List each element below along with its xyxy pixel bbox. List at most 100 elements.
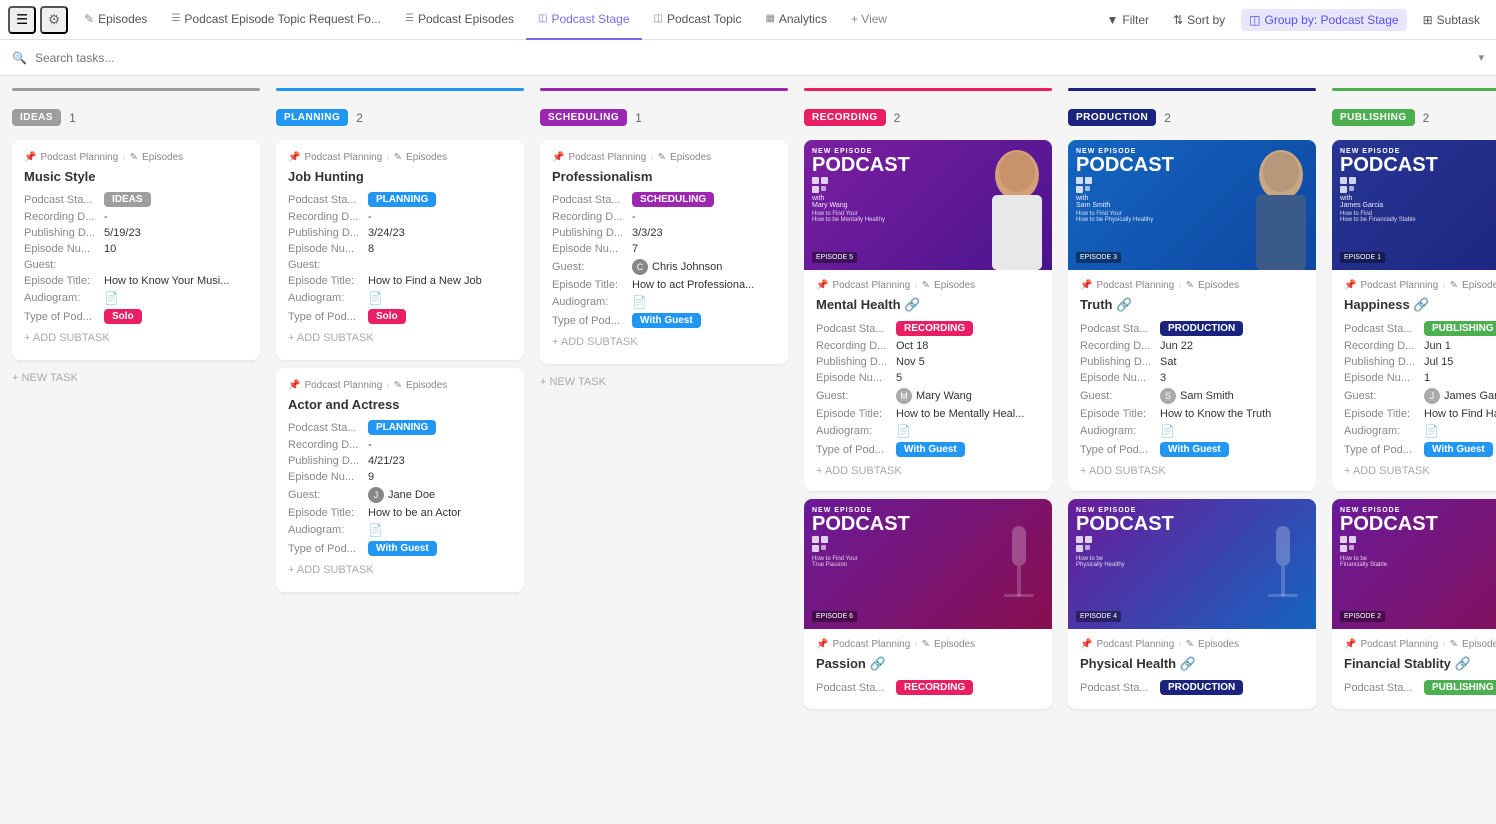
field-audiogram: Audiogram: 📄: [24, 291, 248, 305]
field-guest: Guest:: [24, 259, 248, 271]
stage-count-recording: 2: [894, 111, 901, 125]
column-bar-ideas: [12, 88, 260, 91]
tab-podcast-episodes[interactable]: ☰ Podcast Episodes: [393, 0, 526, 40]
field-podcast-stage: Podcast Sta... IDEAS: [24, 192, 248, 207]
stage-count-ideas: 1: [69, 111, 76, 125]
tab-analytics-label: Analytics: [779, 12, 827, 26]
field-recording-date: Recording D... -: [24, 211, 248, 223]
toolbar-right: ▼ Filter ⇅ Sort by ◫ Group by: Podcast S…: [1099, 9, 1489, 31]
card-title-professionalism: Professionalism: [552, 169, 776, 184]
column-header-planning: PLANNING 2: [276, 103, 524, 132]
settings-button[interactable]: ⚙: [40, 6, 68, 34]
sort-button[interactable]: ⇅ Sort by: [1165, 9, 1233, 31]
card-happiness: NEW EPISODE PODCAST withJames Garcia How…: [1332, 140, 1496, 491]
episode-badge-5: EPISODE 5: [812, 252, 857, 263]
podcast-image-happiness: NEW EPISODE PODCAST withJames Garcia How…: [1332, 140, 1496, 270]
podcast-episodes-tab-icon: ☰: [405, 13, 414, 24]
stage-badge-planning: PLANNING: [276, 109, 348, 126]
tab-podcast-stage[interactable]: ◫ Podcast Stage: [526, 0, 642, 40]
tab-podcast-topic[interactable]: ◫ Podcast Topic: [642, 0, 754, 40]
add-subtask-truth[interactable]: + ADD SUBTASK: [1080, 461, 1304, 481]
tab-podcast-stage-label: Podcast Stage: [551, 12, 629, 26]
column-bar-publishing: [1332, 88, 1496, 91]
guest-avatar-jane: J: [368, 487, 384, 503]
stage-count-scheduling: 1: [635, 111, 642, 125]
card-title-mental-health: Mental Health 🔗: [816, 297, 1040, 313]
scheduling-cards: 📌 Podcast Planning › ✎ Episodes Professi…: [540, 140, 788, 812]
tab-topic-request[interactable]: ☰ Podcast Episode Topic Request Fo...: [159, 0, 393, 40]
top-nav-bar: ☰ ⚙ ✎ Episodes ☰ Podcast Episode Topic R…: [0, 0, 1496, 40]
card-actor-actress: 📌 Podcast Planning › ✎ Episodes Actor an…: [276, 368, 524, 592]
tab-episodes[interactable]: ✎ Episodes: [72, 0, 159, 40]
card-physical-health: NEW EPISODE PODCAST How to bePhysically …: [1068, 499, 1316, 709]
publishing-cards: NEW EPISODE PODCAST withJames Garcia How…: [1332, 140, 1496, 812]
add-subtask-happiness[interactable]: + ADD SUBTASK: [1344, 461, 1496, 481]
image-card-body-mental-health: 📌 Podcast Planning › ✎ Episodes Mental H…: [804, 270, 1052, 491]
card-title-happiness: Happiness 🔗: [1344, 297, 1496, 313]
add-subtask-actor[interactable]: + ADD SUBTASK: [288, 560, 512, 580]
menu-button[interactable]: ☰: [8, 6, 36, 34]
card-title-physical-health: Physical Health 🔗: [1080, 656, 1304, 672]
new-task-scheduling[interactable]: + NEW TASK: [540, 372, 788, 392]
add-view-label: + View: [851, 12, 887, 26]
card-title-actor: Actor and Actress: [288, 397, 512, 412]
card-title-job-hunting: Job Hunting: [288, 169, 512, 184]
column-scheduling: SCHEDULING 1 📌 Podcast Planning › ✎ Epis…: [540, 88, 788, 812]
column-header-publishing: PUBLISHING 2: [1332, 103, 1496, 132]
pod-type-badge: Solo: [104, 309, 142, 324]
card-professionalism: 📌 Podcast Planning › ✎ Episodes Professi…: [540, 140, 788, 364]
stage-badge-ideas: IDEAS: [12, 109, 61, 126]
search-input[interactable]: [35, 51, 1471, 65]
search-icon: 🔍: [12, 51, 27, 65]
column-bar-scheduling: [540, 88, 788, 91]
add-subtask-job-hunting[interactable]: + ADD SUBTASK: [288, 328, 512, 348]
search-dropdown[interactable]: ▾: [1478, 51, 1484, 64]
tab-episodes-label: Episodes: [98, 12, 147, 26]
tab-analytics[interactable]: ▦ Analytics: [753, 0, 838, 40]
add-subtask-prof[interactable]: + ADD SUBTASK: [552, 332, 776, 352]
podcast-image-truth: NEW EPISODE PODCAST withSam Smith How to…: [1068, 140, 1316, 270]
stage-count-production: 2: [1164, 111, 1171, 125]
podcast-stage-tab-icon: ◫: [538, 13, 547, 24]
podcast-image-passion: NEW EPISODE PODCAST How to Find YourTrue…: [804, 499, 1052, 629]
tab-add-view[interactable]: + View: [839, 0, 899, 40]
stage-badge-production: PRODUCTION: [1068, 109, 1156, 126]
image-content-mental-health: NEW EPISODE PODCAST withMary Wang How to…: [804, 140, 1052, 270]
episode-desc: How to Find YourHow to be Mentally Healt…: [812, 211, 912, 223]
breadcrumb-music-style: 📌 Podcast Planning › ✎ Episodes: [24, 152, 248, 163]
group-by-button[interactable]: ◫ Group by: Podcast Stage: [1241, 9, 1406, 31]
stage-count-publishing: 2: [1423, 111, 1430, 125]
card-financial-stability: NEW EPISODE PODCAST How to beFinancially…: [1332, 499, 1496, 709]
field-type-pod: Type of Pod... Solo: [24, 309, 248, 324]
add-subtask-mental-health[interactable]: + ADD SUBTASK: [816, 461, 1040, 481]
field-episode-num: Episode Nu... 10: [24, 243, 248, 255]
card-title-music-style: Music Style: [24, 169, 248, 184]
subtask-icon: ⊞: [1423, 13, 1433, 27]
column-planning: PLANNING 2 📌 Podcast Planning › ✎ Episod…: [276, 88, 524, 812]
search-bar: 🔍 ▾: [0, 40, 1496, 76]
filter-icon: ▼: [1107, 13, 1119, 27]
add-subtask-btn[interactable]: + ADD SUBTASK: [24, 328, 248, 348]
subtask-button[interactable]: ⊞ Subtask: [1415, 9, 1488, 31]
group-by-icon: ◫: [1249, 13, 1260, 27]
new-task-ideas[interactable]: + NEW TASK: [12, 368, 260, 388]
stage-badge-recording: RECORDING: [804, 109, 886, 126]
planning-cards: 📌 Podcast Planning › ✎ Episodes Job Hunt…: [276, 140, 524, 812]
column-bar-planning: [276, 88, 524, 91]
column-production: PRODUCTION 2 NEW EPISODE: [1068, 88, 1316, 812]
breadcrumb-episodes-icon: ✎: [130, 152, 138, 163]
logo-icon: [812, 177, 828, 193]
card-title-passion: Passion 🔗: [816, 656, 1040, 672]
subtask-label: Subtask: [1437, 13, 1480, 27]
podcast-image-mental-health: NEW EPISODE PODCAST withMary Wang How to…: [804, 140, 1052, 270]
breadcrumb-podcast-icon: 📌: [24, 152, 36, 163]
filter-button[interactable]: ▼ Filter: [1099, 9, 1158, 31]
column-bar-recording: [804, 88, 1052, 91]
podcast-topic-tab-icon: ◫: [654, 13, 663, 24]
tab-podcast-topic-label: Podcast Topic: [667, 12, 742, 26]
recording-cards: NEW EPISODE PODCAST withMary Wang How to…: [804, 140, 1052, 812]
column-bar-production: [1068, 88, 1316, 91]
stage-badge-publishing: PUBLISHING: [1332, 109, 1415, 126]
column-header-ideas: IDEAS 1: [12, 103, 260, 132]
nav-tabs: ✎ Episodes ☰ Podcast Episode Topic Reque…: [72, 0, 1095, 40]
